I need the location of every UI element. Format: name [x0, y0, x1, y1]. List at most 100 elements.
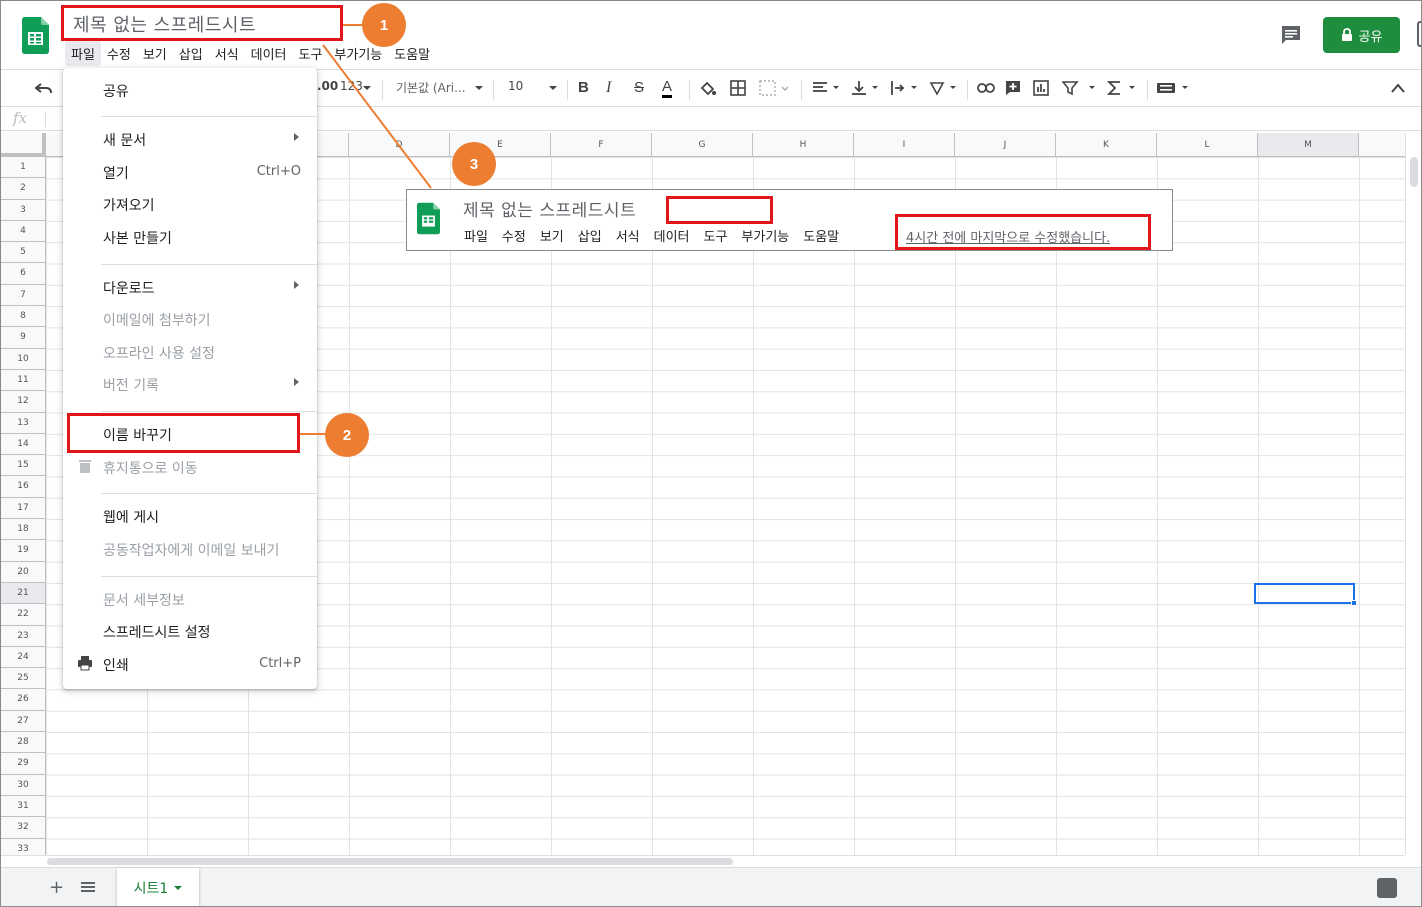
borders-icon[interactable]: [730, 80, 746, 96]
column-header[interactable]: H: [753, 133, 854, 157]
row-header[interactable]: 10: [1, 348, 46, 370]
row-header[interactable]: 13: [1, 412, 46, 434]
row-header[interactable]: 2: [1, 178, 46, 200]
bold-button[interactable]: B: [578, 79, 589, 96]
row-header[interactable]: 7: [1, 284, 46, 307]
file-menu-item-download[interactable]: 다운로드: [63, 271, 317, 303]
undo-icon[interactable]: [35, 82, 53, 96]
font-size-select[interactable]: 10: [508, 79, 523, 93]
merge-cells-icon[interactable]: [759, 80, 789, 96]
file-menu-item-email-collaborators[interactable]: 공동작업자에게 이메일 보내기: [63, 533, 317, 565]
column-header[interactable]: G: [652, 133, 753, 157]
account-avatar-edge[interactable]: [1417, 21, 1421, 47]
file-menu-item-email-attachment[interactable]: 이메일에 첨부하기: [63, 303, 317, 335]
row-header[interactable]: 24: [1, 646, 46, 669]
vertical-align-icon[interactable]: [851, 80, 881, 96]
row-header[interactable]: 3: [1, 199, 46, 221]
row-header[interactable]: 26: [1, 689, 46, 711]
share-button[interactable]: 공유: [1323, 17, 1400, 53]
sheets-logo-icon[interactable]: [22, 17, 49, 54]
menu-format[interactable]: 서식: [209, 41, 245, 66]
font-dropdown-icon[interactable]: [475, 86, 483, 90]
format-dropdown-icon[interactable]: [363, 86, 371, 90]
file-menu-item-version-history[interactable]: 버전 기록: [63, 368, 317, 400]
strikethrough-button[interactable]: S: [634, 79, 644, 96]
active-cell-M21[interactable]: [1254, 583, 1357, 606]
functions-icon[interactable]: [1107, 80, 1139, 96]
filter-icon[interactable]: [1062, 80, 1098, 96]
row-header[interactable]: 4: [1, 220, 46, 243]
text-color-button[interactable]: A: [662, 79, 673, 98]
add-sheet-icon[interactable]: +: [49, 877, 64, 898]
row-header[interactable]: 16: [1, 476, 46, 498]
row-header[interactable]: 5: [1, 242, 46, 264]
row-header[interactable]: 22: [1, 604, 46, 626]
file-menu-item-print[interactable]: 인쇄 Ctrl+P: [63, 648, 317, 680]
column-header[interactable]: L: [1157, 133, 1258, 157]
file-menu-item-offline[interactable]: 오프라인 사용 설정: [63, 336, 317, 368]
all-sheets-icon[interactable]: [81, 880, 95, 894]
comments-icon[interactable]: [1279, 23, 1303, 47]
menu-help[interactable]: 도움말: [388, 41, 436, 66]
text-wrap-icon[interactable]: [890, 80, 920, 96]
row-header[interactable]: 9: [1, 327, 46, 349]
decimal-button[interactable]: .00: [317, 79, 338, 93]
select-all-corner[interactable]: [1, 133, 46, 157]
explore-icon[interactable]: [1377, 878, 1397, 898]
menu-file[interactable]: 파일: [65, 41, 101, 66]
row-header[interactable]: 1: [1, 157, 46, 179]
column-header[interactable]: K: [1056, 133, 1157, 157]
row-header[interactable]: 32: [1, 817, 46, 839]
insert-chart-icon[interactable]: [1033, 80, 1049, 96]
horizontal-scrollbar[interactable]: [1, 855, 1405, 867]
row-header[interactable]: 28: [1, 732, 46, 754]
row-header[interactable]: 15: [1, 455, 46, 477]
row-header[interactable]: 12: [1, 391, 46, 413]
file-menu-item-new[interactable]: 새 문서: [63, 123, 317, 155]
file-menu-item-publish-web[interactable]: 웹에 게시: [63, 500, 317, 532]
column-header[interactable]: I: [854, 133, 955, 157]
vertical-scroll-thumb[interactable]: [1410, 157, 1418, 187]
row-header[interactable]: 8: [1, 306, 46, 328]
row-header[interactable]: 20: [1, 561, 46, 583]
menu-insert[interactable]: 삽입: [173, 41, 209, 66]
horizontal-scroll-thumb[interactable]: [47, 858, 733, 865]
column-header[interactable]: M: [1258, 133, 1359, 157]
row-header[interactable]: 14: [1, 433, 46, 456]
row-header[interactable]: 25: [1, 668, 46, 690]
file-menu-item-import[interactable]: 가져오기: [63, 188, 317, 220]
file-menu-item-spreadsheet-settings[interactable]: 스프레드시트 설정: [63, 615, 317, 647]
fill-color-icon[interactable]: [699, 80, 717, 98]
file-menu-item-move-to-trash[interactable]: 휴지통으로 이동: [63, 451, 317, 483]
file-menu-item-make-copy[interactable]: 사본 만들기: [63, 221, 317, 253]
input-tools-icon[interactable]: [1156, 82, 1192, 94]
column-header[interactable]: J: [955, 133, 1056, 157]
file-menu-item-open[interactable]: 열기 Ctrl+O: [63, 156, 317, 188]
insert-link-icon[interactable]: [977, 82, 995, 94]
row-header[interactable]: 31: [1, 795, 46, 818]
row-header[interactable]: 11: [1, 369, 46, 392]
italic-button[interactable]: I: [606, 79, 611, 97]
file-menu-item-share[interactable]: 공유: [63, 74, 317, 106]
row-header[interactable]: 18: [1, 519, 46, 541]
insert-comment-icon[interactable]: [1005, 80, 1021, 96]
sheet-tab-active[interactable]: 시트1: [117, 868, 199, 906]
horizontal-align-icon[interactable]: [812, 81, 842, 95]
row-header[interactable]: 6: [1, 263, 46, 285]
column-header[interactable]: N: [1359, 133, 1405, 157]
vertical-scrollbar[interactable]: [1405, 133, 1421, 855]
column-header[interactable]: D: [349, 133, 450, 157]
fill-handle[interactable]: [1351, 600, 1357, 606]
row-header[interactable]: 27: [1, 710, 46, 733]
column-header[interactable]: F: [551, 133, 652, 157]
text-rotation-icon[interactable]: [929, 80, 959, 96]
more-formats-button[interactable]: 123: [340, 79, 363, 93]
row-header[interactable]: 21: [1, 582, 46, 605]
row-header[interactable]: 23: [1, 625, 46, 647]
menu-data[interactable]: 데이터: [245, 41, 293, 66]
sheet-tab-dropdown-icon[interactable]: [174, 886, 183, 890]
menu-edit[interactable]: 수정: [101, 41, 137, 66]
row-header[interactable]: 19: [1, 540, 46, 562]
file-menu-item-document-details[interactable]: 문서 세부정보: [63, 583, 317, 615]
menu-tools[interactable]: 도구: [293, 41, 329, 66]
